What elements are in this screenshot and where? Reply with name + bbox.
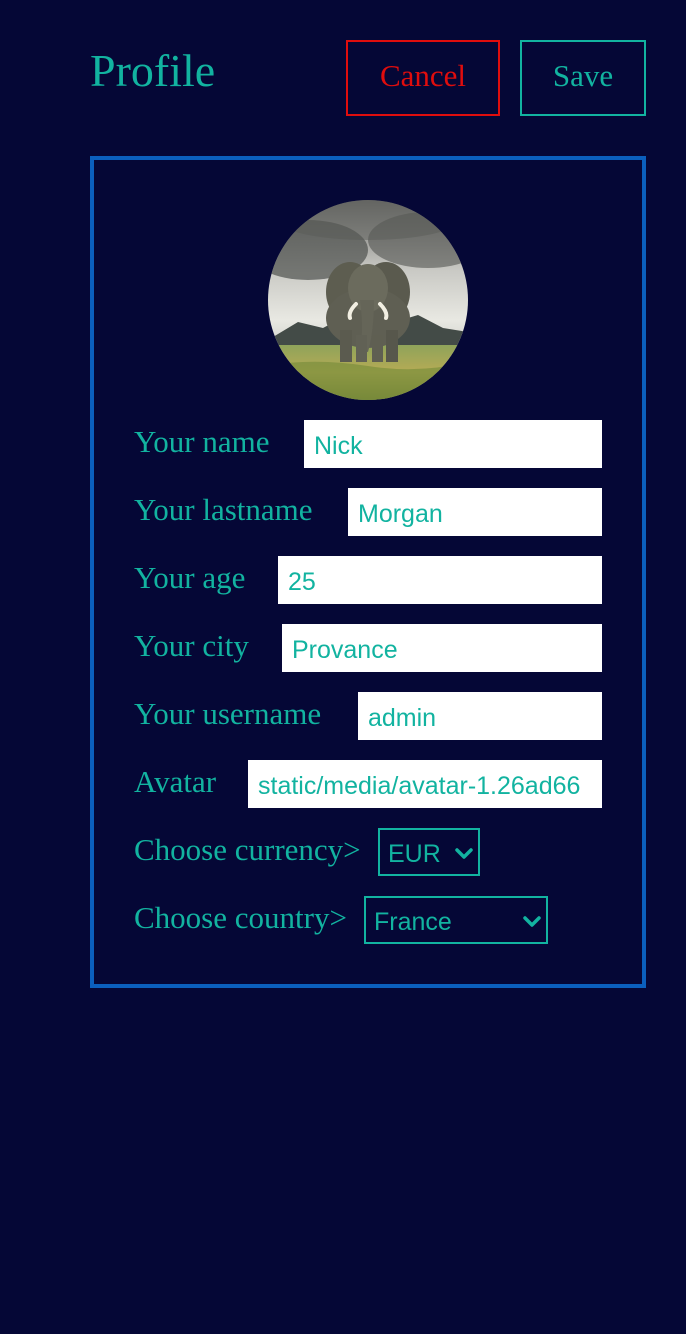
name-label: Your name bbox=[134, 424, 270, 459]
country-selected-value: France bbox=[374, 907, 452, 936]
city-label: Your city bbox=[134, 628, 249, 663]
cancel-button[interactable]: Cancel bbox=[346, 40, 500, 116]
city-field[interactable]: Provance bbox=[282, 624, 602, 672]
lastname-field[interactable]: Morgan bbox=[348, 488, 602, 536]
currency-select[interactable]: EUR bbox=[378, 828, 480, 876]
avatar-label: Avatar bbox=[134, 764, 217, 799]
country-label: Choose country> bbox=[134, 900, 347, 935]
age-label: Your age bbox=[134, 560, 246, 595]
save-button[interactable]: Save bbox=[520, 40, 646, 116]
elephant-avatar-photo bbox=[268, 200, 468, 400]
currency-selected-value: EUR bbox=[388, 839, 441, 868]
name-field[interactable]: Nick bbox=[304, 420, 602, 468]
avatar bbox=[268, 200, 468, 400]
page-title: Profile bbox=[90, 45, 216, 96]
chevron-down-icon bbox=[455, 848, 473, 859]
username-field[interactable]: admin bbox=[358, 692, 602, 740]
country-select[interactable]: France bbox=[364, 896, 548, 944]
lastname-label: Your lastname bbox=[134, 492, 313, 527]
currency-label: Choose currency> bbox=[134, 832, 361, 867]
avatar-path-field[interactable]: static/media/avatar-1.26ad66 bbox=[248, 760, 602, 808]
username-label: Your username bbox=[134, 696, 322, 731]
age-field[interactable]: 25 bbox=[278, 556, 602, 604]
chevron-down-icon bbox=[523, 916, 541, 927]
